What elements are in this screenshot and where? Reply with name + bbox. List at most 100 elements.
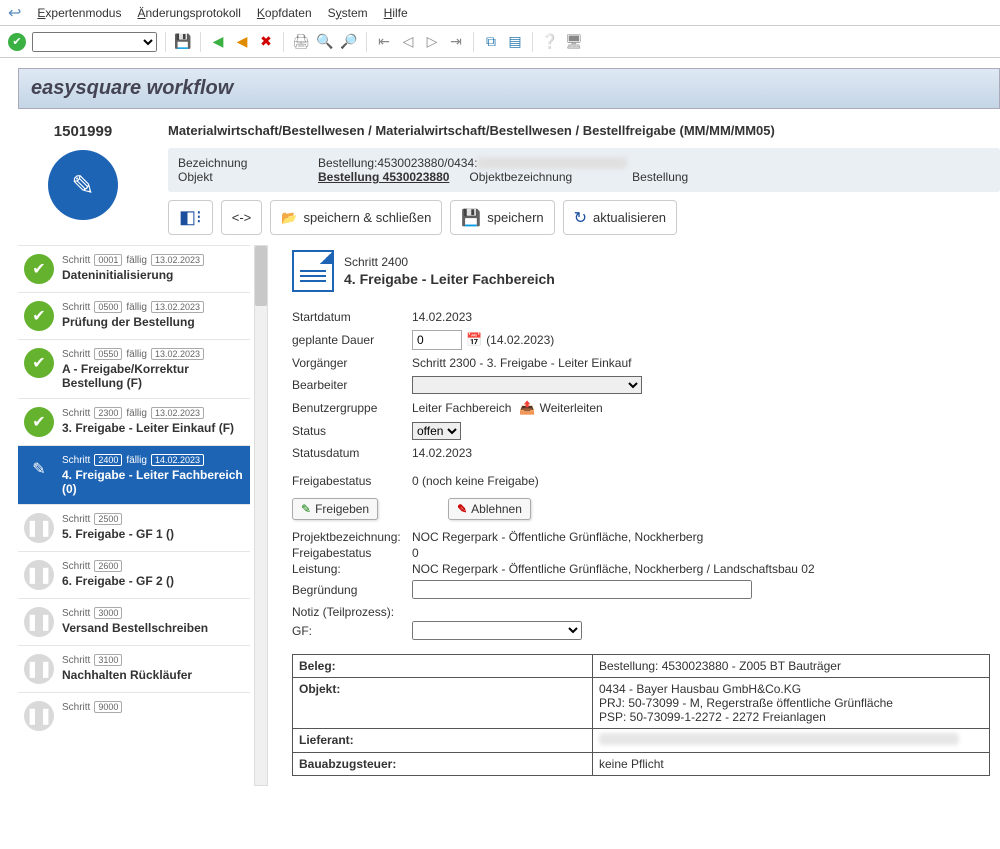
step-0550[interactable]: ✔Schritt0550fällig13.02.2023A - Freigabe… (18, 339, 250, 398)
pen-circle-icon: ✎ (48, 150, 118, 220)
detail-title: 4. Freigabe - Leiter Fachbereich (344, 271, 555, 287)
pause-icon: ❚❚ (24, 701, 54, 731)
menu-expertenmodus[interactable]: Expertenmodus (37, 6, 121, 20)
refresh-button[interactable]: ↻aktualisieren (563, 200, 677, 235)
find-icon[interactable]: 🔍 (316, 33, 334, 51)
split-button[interactable]: ◧⁝ (168, 200, 213, 235)
pause-icon: ❚❚ (24, 560, 54, 590)
select-bearbeiter[interactable] (412, 376, 642, 394)
menu-kopfdaten[interactable]: Kopfdaten (257, 6, 312, 20)
print-icon[interactable]: 🖨 (292, 33, 310, 51)
check-icon: ✔ (24, 407, 54, 437)
input-dauer[interactable] (412, 330, 462, 350)
step-2600[interactable]: ❚❚ Schritt2600 6. Freigabe - GF 2 () (18, 551, 250, 598)
redacted-text-2 (599, 733, 959, 745)
save-icon[interactable]: 💾 (174, 33, 192, 51)
step-0500[interactable]: ✔Schritt0500fällig13.02.2023Prüfung der … (18, 292, 250, 339)
app-title: easysquare workflow (18, 68, 1000, 109)
step-meta: Schritt2500 (62, 513, 174, 525)
save-close-button[interactable]: 📂speichern & schließen (270, 200, 442, 235)
pen-icon: ✎ (24, 454, 54, 484)
next-page-icon[interactable]: ▷ (423, 33, 441, 51)
pause-icon: ❚❚ (24, 513, 54, 543)
menu-hilfe[interactable]: Hilfe (384, 6, 408, 20)
action-row: ◧⁝ <-> 📂speichern & schließen 💾speichern… (168, 200, 1000, 235)
command-field[interactable] (32, 32, 157, 52)
help-icon[interactable]: ❔ (541, 33, 559, 51)
select-status[interactable]: offen (412, 422, 461, 440)
menu-aenderungsprotokoll[interactable]: Änderungsprotokoll (137, 6, 240, 20)
step-meta: Schritt2600 (62, 560, 174, 572)
menubar: ↩ Expertenmodus Änderungsprotokoll Kopfd… (0, 0, 1000, 26)
step-meta: Schritt3100 (62, 654, 192, 666)
step-title: 4. Freigabe - Leiter Fachbereich (0) (62, 468, 244, 496)
freigeben-button[interactable]: ✎Freigeben (292, 498, 378, 520)
steps-sidebar: ✔Schritt0001fällig13.02.2023Dateninitial… (18, 245, 250, 786)
menu-system[interactable]: System (328, 6, 368, 20)
value-benutzergruppe: Leiter Fachbereich (412, 401, 511, 415)
v-beleg: Bestellung: 4530023880 - Z005 BT Bauträg… (593, 655, 990, 678)
label-leistung: Leistung: (292, 562, 412, 576)
link-bestellung[interactable]: Bestellung 4530023880 (318, 170, 449, 184)
label-status: Status (292, 424, 412, 438)
select-gf[interactable] (412, 621, 582, 640)
value-leistung: NOC Regerpark - Öffentliche Grünfläche, … (412, 562, 815, 576)
step-2300[interactable]: ✔Schritt2300fällig13.02.20233. Freigabe … (18, 398, 250, 445)
refresh-icon: ↻ (574, 208, 587, 228)
exit-icon[interactable]: ↩ (8, 3, 21, 23)
find-next-icon[interactable]: 🔎 (340, 33, 358, 51)
swap-button[interactable]: <-> (221, 200, 263, 235)
check-icon: ✔ (24, 254, 54, 284)
step-9000[interactable]: ❚❚ Schritt9000 (18, 692, 250, 739)
step-2400[interactable]: ✎ Schritt2400fällig14.02.2023 4. Freigabe … (18, 445, 250, 504)
check-icon: ✔ (24, 301, 54, 331)
label-bearbeiter: Bearbeiter (292, 378, 412, 392)
ablehnen-button[interactable]: ✎Ablehnen (448, 498, 531, 520)
first-page-icon[interactable]: ⇤ (375, 33, 393, 51)
label-startdatum: Startdatum (292, 310, 412, 324)
input-begruendung[interactable] (412, 580, 752, 599)
cancel-icon[interactable]: ✖ (257, 33, 275, 51)
step-3000[interactable]: ❚❚Schritt3000Versand Bestellschreiben (18, 598, 250, 645)
step-meta: Schritt2300fällig13.02.2023 (62, 407, 234, 419)
toolbar: ✔ 💾 ◀ ◀ ✖ 🖨 🔍 🔎 ⇤ ◁ ▷ ⇥ ⧉ ▤ ❔ 🖥 (0, 26, 1000, 58)
scrollbar[interactable] (254, 245, 268, 786)
layout-icon[interactable]: ▤ (506, 33, 524, 51)
last-page-icon[interactable]: ⇥ (447, 33, 465, 51)
folder-icon: 📂 (281, 210, 297, 226)
label-objektbez: Objektbezeichnung (469, 170, 572, 184)
label-begruendung: Begründung (292, 583, 412, 597)
value-dauer-paren: (14.02.2023) (486, 333, 554, 347)
calendar-icon[interactable]: 📅 (466, 332, 482, 348)
value-freistat2: 0 (412, 546, 419, 560)
label-projekt: Projektbezeichnung: (292, 530, 412, 544)
step-title: 6. Freigabe - GF 2 () (62, 574, 174, 588)
step-0001[interactable]: ✔Schritt0001fällig13.02.2023Dateninitial… (18, 245, 250, 292)
v-bauabzug: keine Pflicht (593, 753, 990, 776)
prev-page-icon[interactable]: ◁ (399, 33, 417, 51)
value-projekt: NOC Regerpark - Öffentliche Grünfläche, … (412, 530, 703, 544)
label-benutzergruppe: Benutzergruppe (292, 401, 412, 415)
ok-icon[interactable]: ✔ (8, 33, 26, 51)
info-table: Beleg:Bestellung: 4530023880 - Z005 BT B… (292, 654, 990, 776)
back-icon[interactable]: ◀ (209, 33, 227, 51)
forward-icon[interactable]: 📤 (519, 400, 535, 416)
floppy-icon: 💾 (461, 208, 481, 228)
step-number-label: Schritt 2400 (344, 255, 555, 269)
step-3100[interactable]: ❚❚Schritt3100Nachhalten Rückläufer (18, 645, 250, 692)
link-weiterleiten[interactable]: Weiterleiten (540, 401, 603, 415)
label-dauer: geplante Dauer (292, 333, 412, 347)
value-freigabestatus: 0 (noch keine Freigabe) (412, 474, 539, 488)
customize-icon[interactable]: 🖥 (565, 33, 583, 51)
step-meta: Schritt9000 (62, 701, 122, 713)
meta-box: Bezeichnung Bestellung:4530023880/0434: … (168, 148, 1000, 192)
detail-panel: Schritt 2400 4. Freigabe - Leiter Fachbe… (272, 245, 1000, 786)
new-session-icon[interactable]: ⧉ (482, 33, 500, 51)
k-beleg: Beleg: (293, 655, 593, 678)
pen-icon: ✎ (301, 502, 311, 516)
exit-icon-2[interactable]: ◀ (233, 33, 251, 51)
v-lieferant (593, 729, 990, 753)
step-meta: Schritt2400fällig14.02.2023 (62, 454, 244, 466)
save-button[interactable]: 💾speichern (450, 200, 554, 235)
step-2500[interactable]: ❚❚Schritt25005. Freigabe - GF 1 () (18, 504, 250, 551)
